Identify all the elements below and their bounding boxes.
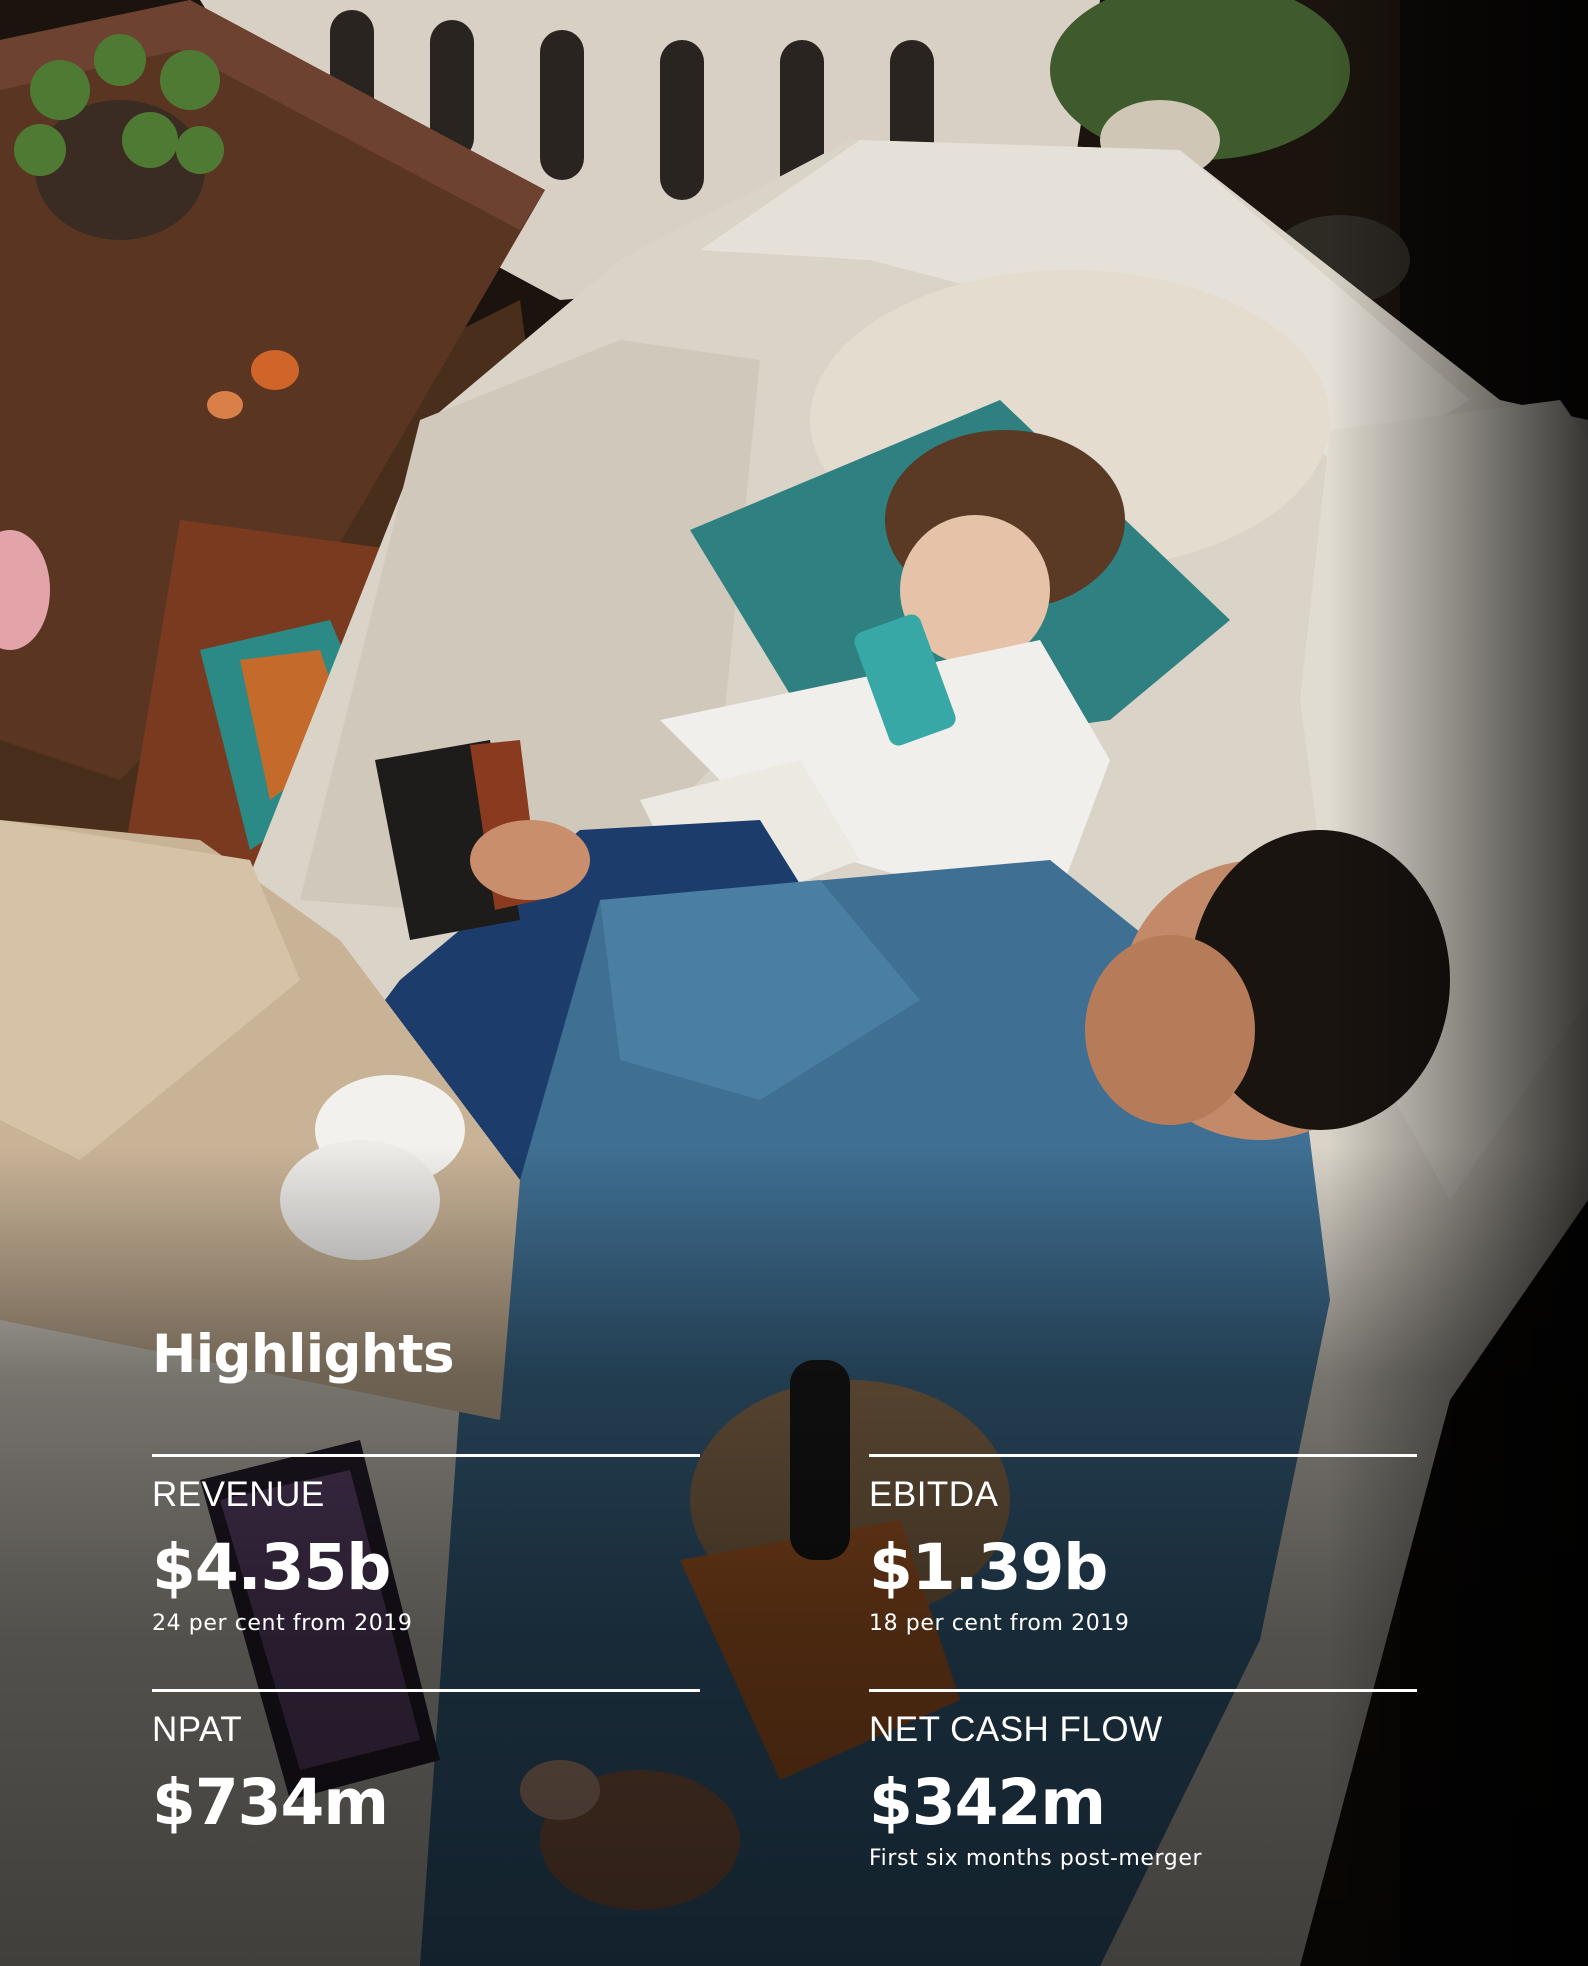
highlights-page: Highlights REVENUE $4.35b 24 per cent fr…	[0, 0, 1588, 1966]
metric-value: $1.39b	[869, 1531, 1108, 1604]
divider	[152, 1689, 700, 1692]
metric-note: 18 per cent from 2019	[869, 1611, 1130, 1636]
divider	[869, 1689, 1417, 1692]
metric-note: 24 per cent from 2019	[152, 1611, 413, 1636]
metric-ebitda: EBITDA $1.39b 18 per cent from 2019	[869, 1454, 1417, 1635]
metric-label: REVENUE	[152, 1475, 325, 1514]
divider	[152, 1454, 700, 1457]
metric-label: NET CASH FLOW	[869, 1710, 1163, 1749]
metric-npat: NPAT $734m	[152, 1689, 700, 1834]
metric-note: First six months post-merger	[869, 1846, 1203, 1871]
metric-net-cash-flow: NET CASH FLOW $342m First six months pos…	[869, 1689, 1417, 1870]
page-title: Highlights	[152, 1324, 455, 1385]
metric-label: NPAT	[152, 1710, 243, 1749]
metric-label: EBITDA	[869, 1475, 999, 1514]
metric-value: $4.35b	[152, 1531, 391, 1604]
metric-revenue: REVENUE $4.35b 24 per cent from 2019	[152, 1454, 700, 1635]
metric-value: $342m	[869, 1766, 1106, 1839]
right-vignette	[1328, 0, 1588, 1966]
divider	[869, 1454, 1417, 1457]
metric-value: $734m	[152, 1766, 389, 1839]
